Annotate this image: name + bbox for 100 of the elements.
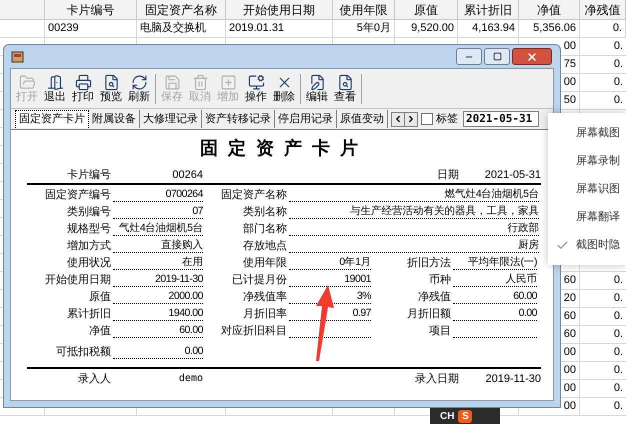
plus-icon <box>220 74 236 90</box>
close-button[interactable] <box>512 48 552 65</box>
table-cell-text: 2019.01.31 <box>229 21 284 36</box>
table-cell-text: 50 <box>564 93 576 108</box>
table-cell-text: 75 <box>564 57 576 72</box>
field-value: 平均年限法(一) <box>453 255 537 270</box>
column-header[interactable]: 原值 <box>395 0 458 19</box>
table-cell-text: 20 <box>564 291 576 306</box>
field-value: 2019-11-30 <box>113 272 203 287</box>
toolbar-button[interactable]: 查看 <box>331 74 359 104</box>
table-cell-text: 9,520.00 <box>411 21 454 36</box>
menu-item[interactable]: 屏幕截图 <box>548 119 626 147</box>
field-value: 厨房 <box>289 238 539 253</box>
toolbar-button[interactable]: 预览 <box>97 74 125 104</box>
field-value: 2019-11-30 <box>484 372 541 386</box>
trash-icon <box>192 74 208 90</box>
table-cell-text: 0. <box>614 39 623 54</box>
field-label: 使用状况 <box>66 256 111 270</box>
table-cell-text: 0. <box>614 75 623 90</box>
field-label: 使用年限 <box>242 256 287 270</box>
field-label: 已计提月份 <box>231 273 287 287</box>
field-label: 卡片编号 <box>66 168 111 182</box>
field-label: 对应折旧科目 <box>220 324 287 338</box>
column-header[interactable]: 净值 <box>519 0 580 19</box>
menu-item[interactable]: 屏幕录制 <box>548 147 626 175</box>
field-label: 固定资产编号 <box>44 188 111 202</box>
toolbar-button[interactable]: 删除 <box>270 74 298 104</box>
column-header[interactable]: 使用年限 <box>333 0 395 19</box>
tab[interactable]: 停启用记录 <box>275 110 337 128</box>
field-value: 与生产经营活动有关的器具，工具，家具 <box>289 204 539 219</box>
field-value: 0年1月 <box>289 255 371 270</box>
toolbar-button[interactable]: 刷新 <box>125 74 153 104</box>
tab-scroll-right-button[interactable] <box>404 112 418 126</box>
toolbar-button[interactable]: 退出 <box>41 74 69 104</box>
date-field[interactable]: 2021-05-31 <box>463 111 539 127</box>
field-label: 累计折旧 <box>66 307 111 321</box>
field-value: demo <box>178 372 203 386</box>
document-search-icon <box>102 74 120 90</box>
field-label: 类别编号 <box>66 205 111 219</box>
field-label: 类别名称 <box>242 205 287 219</box>
menu-item[interactable]: 屏幕翻译 <box>548 203 626 231</box>
menu-item[interactable]: 屏幕识图 <box>548 175 626 203</box>
ime-language[interactable]: CH <box>440 408 454 424</box>
field-label: 录入人 <box>77 372 111 386</box>
monitor-icon <box>248 74 264 90</box>
field-label: 增加方式 <box>66 239 111 253</box>
table-cell-text: 0. <box>614 273 623 288</box>
field-value: 19001 <box>289 272 371 287</box>
field-value: 行政部 <box>289 221 539 236</box>
field-label: 开始使用日期 <box>44 273 111 287</box>
document-search-icon <box>336 74 354 90</box>
maximize-button[interactable] <box>484 48 510 65</box>
menu-item[interactable]: 截图时隐 <box>548 231 626 259</box>
table-cell-text: 4,163.94 <box>472 21 515 36</box>
column-header[interactable]: 固定资产名称 <box>137 0 226 19</box>
field-label: 规格型号 <box>66 222 111 236</box>
field-label: 原值 <box>88 290 111 304</box>
table-cell-text: 00 <box>564 363 576 378</box>
table-cell-text: 电脑及交换机 <box>140 20 206 36</box>
label-checkbox[interactable] <box>421 113 433 125</box>
field-label: 日期 <box>437 168 459 182</box>
close-icon <box>526 50 538 62</box>
toolbar-button[interactable]: 编辑 <box>303 74 331 104</box>
field-label: 可抵扣税额 <box>55 345 111 359</box>
table-cell-text: 00239 <box>48 21 79 36</box>
column-header[interactable]: 开始使用日期 <box>226 0 333 19</box>
field-label: 录入日期 <box>415 372 459 386</box>
field-value: 人民币 <box>453 272 537 287</box>
toolbar-button[interactable]: 打印 <box>69 74 97 104</box>
column-header[interactable]: 卡片编号 <box>45 0 137 19</box>
tab[interactable]: 固定资产卡片 <box>15 110 89 128</box>
document-pen-icon <box>308 74 326 90</box>
field-value: 气灶4台油烟机5台 <box>113 221 203 236</box>
toolbar-button[interactable]: 操作 <box>242 74 270 104</box>
column-header[interactable]: 净残值 <box>580 0 626 19</box>
field-value: 燃气灶4台油烟机5台 <box>289 187 539 202</box>
table-cell-text: 0. <box>614 57 623 72</box>
field-label: 存放地点 <box>242 239 287 253</box>
app-icon <box>10 48 26 64</box>
tab[interactable]: 原值变动 <box>337 110 388 128</box>
field-value: 00264 <box>171 168 203 182</box>
save-icon <box>164 74 180 90</box>
check-icon <box>556 238 568 252</box>
field-value: 在用 <box>113 255 203 270</box>
checkbox-label: 标签 <box>436 112 458 127</box>
table-cell-text: 60 <box>564 309 576 324</box>
field-value: 直接购入 <box>113 238 203 253</box>
caret-left-icon <box>393 114 403 124</box>
caret-right-icon <box>406 114 416 124</box>
field-value: 2021-05-31 <box>484 168 541 182</box>
tab-scroll-left-button[interactable] <box>391 112 405 126</box>
table-cell-text: 00 <box>564 345 576 360</box>
printer-icon <box>74 74 92 90</box>
table-cell-text: 60 <box>564 273 576 288</box>
column-header[interactable]: 累计折旧 <box>458 0 519 19</box>
table-cell-text: 00 <box>564 399 576 414</box>
table-cell-text: 0. <box>614 291 623 306</box>
table-cell-text: 0. <box>614 93 623 108</box>
field-label: 固定资产名称 <box>220 188 287 202</box>
field-label: 项目 <box>428 324 451 338</box>
